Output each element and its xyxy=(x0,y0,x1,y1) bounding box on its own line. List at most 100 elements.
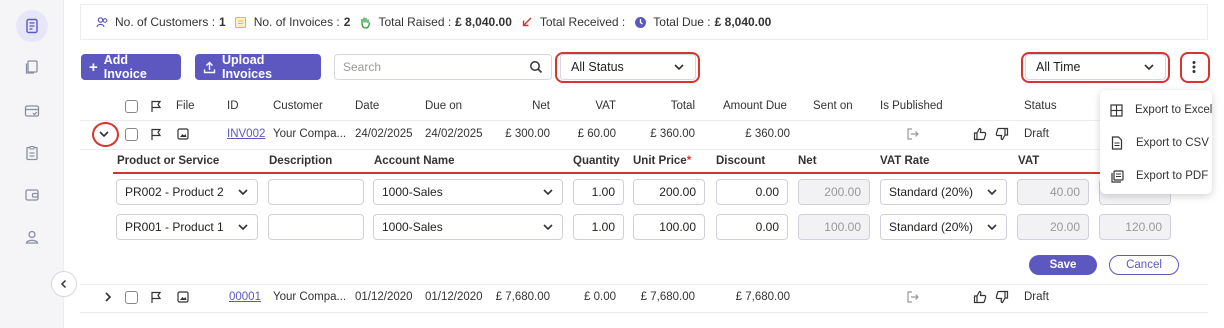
save-button[interactable]: Save xyxy=(1029,255,1097,275)
invoice-id-link[interactable]: 00001 xyxy=(229,291,261,303)
col-date[interactable]: Date xyxy=(355,100,379,112)
description-input[interactable] xyxy=(268,179,364,205)
more-options-button[interactable] xyxy=(1183,55,1205,79)
line-total-value: 120.00 xyxy=(1125,220,1162,234)
col-net[interactable]: Net xyxy=(510,100,550,112)
thumbs-up-icon[interactable] xyxy=(973,127,987,141)
row-checkbox[interactable] xyxy=(125,291,138,304)
export-excel-item[interactable]: Export to Excel xyxy=(1100,96,1212,124)
customers-label: No. of Customers : xyxy=(115,15,216,29)
unit-price-value: 100.00 xyxy=(659,220,696,234)
annotation-underline xyxy=(113,172,1143,174)
total-cell: £ 7,680.00 xyxy=(640,291,695,303)
clock-icon xyxy=(633,15,647,29)
export-csv-item[interactable]: Export to CSV xyxy=(1100,129,1212,157)
li-col-quantity: Quantity xyxy=(573,155,620,167)
quantity-input[interactable]: 1.00 xyxy=(573,179,624,205)
net-value: 200.00 xyxy=(824,185,861,199)
vat-value: 20.00 xyxy=(1049,220,1080,234)
add-invoice-label: Add Invoice xyxy=(103,53,147,81)
search-input[interactable] xyxy=(343,60,513,74)
due-on-cell: 24/02/2025 xyxy=(425,128,483,140)
export-pdf-item[interactable]: Export to PDF xyxy=(1100,162,1212,190)
time-filter-select[interactable]: All Time xyxy=(1025,54,1166,80)
product-value: PR002 - Product 2 xyxy=(125,185,224,199)
file-icon xyxy=(1110,136,1124,150)
col-vat[interactable]: VAT xyxy=(580,100,616,112)
sidebar-user-icon[interactable] xyxy=(20,225,44,249)
date-cell: 01/12/2020 xyxy=(355,291,413,303)
col-total[interactable]: Total xyxy=(650,100,695,112)
col-status[interactable]: Status xyxy=(1024,100,1057,112)
sidebar-invoices-icon[interactable] xyxy=(16,10,48,42)
sidebar-collapse-button[interactable] xyxy=(51,271,77,297)
col-id[interactable]: ID xyxy=(227,100,239,112)
table-row[interactable]: INV002 Your Compa... 24/02/2025 24/02/20… xyxy=(80,127,1208,142)
discount-input[interactable]: 0.00 xyxy=(716,179,788,205)
invoices-value: 2 xyxy=(343,15,351,29)
vat-rate-select[interactable]: Standard (20%) xyxy=(880,179,1007,205)
add-invoice-button[interactable]: + Add Invoice xyxy=(81,53,181,81)
collapse-row-button[interactable] xyxy=(98,128,110,140)
product-select[interactable]: PR002 - Product 2 xyxy=(116,179,258,205)
col-file[interactable]: File xyxy=(176,100,195,112)
search-icon[interactable] xyxy=(529,60,543,74)
sidebar-reports-icon[interactable] xyxy=(20,141,44,165)
col-is-published[interactable]: Is Published xyxy=(880,100,943,112)
select-all-checkbox[interactable] xyxy=(125,100,138,113)
amount-due-cell: £ 360.00 xyxy=(745,128,790,140)
sidebar-payments-icon[interactable] xyxy=(20,99,44,123)
li-col-net: Net xyxy=(798,155,817,167)
raised-label: Total Raised : xyxy=(378,15,452,29)
due-on-cell: 01/12/2020 xyxy=(425,291,483,303)
discount-input[interactable]: 0.00 xyxy=(716,214,788,240)
expand-row-button[interactable] xyxy=(102,291,114,303)
search-box[interactable] xyxy=(334,54,552,80)
li-col-description: Description xyxy=(269,155,333,167)
thumbs-down-icon[interactable] xyxy=(995,290,1009,304)
invoice-id-link[interactable]: INV002 xyxy=(227,128,265,140)
status-filter-select[interactable]: All Status xyxy=(560,54,696,80)
image-icon[interactable] xyxy=(177,128,189,140)
sidebar-documents-icon[interactable] xyxy=(20,55,44,79)
line-items-header: Product or Service Description Account N… xyxy=(80,155,1208,169)
product-select[interactable]: PR001 - Product 1 xyxy=(116,214,258,240)
table-row[interactable]: 00001 Your Compa... 01/12/2020 01/12/202… xyxy=(80,290,1208,305)
flag-icon[interactable] xyxy=(150,291,162,304)
account-select[interactable]: 1000-Sales xyxy=(373,179,563,205)
thumbs-up-icon[interactable] xyxy=(973,290,987,304)
thumbs-down-icon[interactable] xyxy=(995,127,1009,141)
received-summary: Total Received : xyxy=(520,15,625,29)
flag-icon[interactable] xyxy=(150,128,162,141)
net-value: 100.00 xyxy=(824,220,861,234)
li-col-unit-price: Unit Price* xyxy=(633,155,691,167)
cancel-button[interactable]: Cancel xyxy=(1109,255,1179,275)
col-sent-on[interactable]: Sent on xyxy=(813,100,853,112)
required-marker: * xyxy=(686,155,692,167)
chevron-left-icon xyxy=(60,279,67,289)
row-checkbox[interactable] xyxy=(125,128,138,141)
unit-price-input[interactable]: 100.00 xyxy=(633,214,705,240)
due-label: Total Due : xyxy=(653,15,711,29)
col-due-on[interactable]: Due on xyxy=(425,100,462,112)
account-select[interactable]: 1000-Sales xyxy=(373,214,563,240)
publish-icon[interactable] xyxy=(906,291,920,303)
vat-value: 40.00 xyxy=(1049,185,1080,199)
kebab-menu-icon xyxy=(1192,61,1196,73)
publish-icon[interactable] xyxy=(906,128,920,140)
net-cell: £ 300.00 xyxy=(505,128,550,140)
vat-rate-select[interactable]: Standard (20%) xyxy=(880,214,1007,240)
col-amount-due[interactable]: Amount Due xyxy=(723,100,787,112)
divider xyxy=(80,284,1208,285)
col-customer[interactable]: Customer xyxy=(273,100,323,112)
due-value: £ 8,040.00 xyxy=(714,15,772,29)
li-col-vat-rate: VAT Rate xyxy=(880,155,930,167)
unit-price-value: 200.00 xyxy=(659,185,696,199)
unit-price-input[interactable]: 200.00 xyxy=(633,179,705,205)
upload-invoices-button[interactable]: Upload Invoices xyxy=(195,53,321,81)
sidebar-wallet-icon[interactable] xyxy=(20,183,44,207)
quantity-input[interactable]: 1.00 xyxy=(573,214,624,240)
description-input[interactable] xyxy=(268,214,364,240)
export-csv-label: Export to CSV xyxy=(1136,137,1209,149)
image-icon[interactable] xyxy=(177,291,189,303)
